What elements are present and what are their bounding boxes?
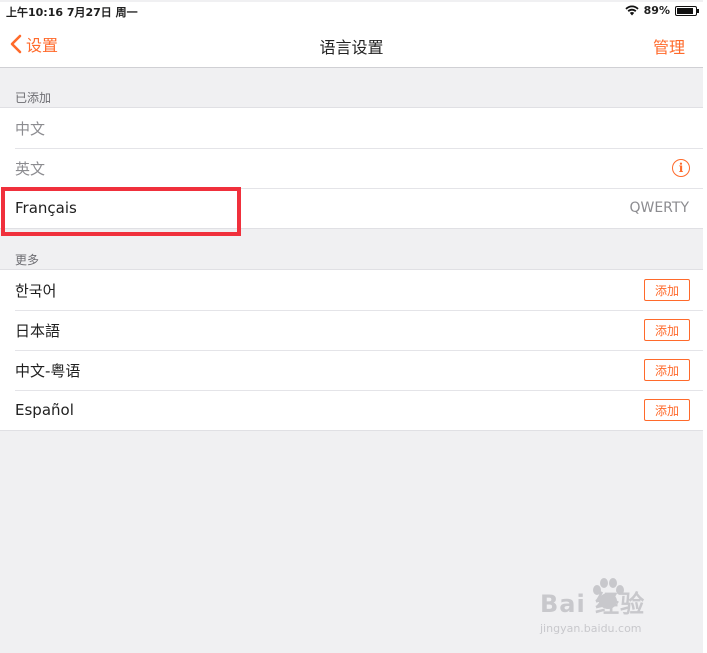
row-label: Español (15, 401, 74, 419)
app-frame: 上午10:16 7月27日 周一 89% 设置 语言设置 管理 已添加 中文 英… (0, 0, 703, 653)
list-item-chinese[interactable]: 中文 (0, 108, 703, 148)
watermark-url: jingyan.baidu.com (540, 622, 642, 635)
keyboard-layout-detail: QWERTY (629, 200, 689, 216)
status-indicators: 89% (625, 4, 699, 17)
manage-button[interactable]: 管理 (653, 34, 685, 58)
section-header-more: 更多 (15, 253, 40, 267)
add-button[interactable]: 添加 (644, 319, 690, 341)
navigation-bar: 设置 语言设置 管理 (0, 22, 703, 68)
add-button[interactable]: 添加 (644, 399, 690, 421)
wifi-icon (625, 5, 639, 16)
more-languages-list: 한국어 添加 日本語 添加 中文-粤语 添加 Español 添加 (0, 269, 703, 431)
list-item-korean: 한국어 添加 (0, 270, 703, 310)
list-item-english[interactable]: 英文 i (0, 148, 703, 188)
section-header-added: 已添加 (15, 91, 52, 105)
battery-icon (675, 5, 699, 16)
status-time: 上午10:16 7月27日 周一 (6, 6, 138, 19)
row-label: 한국어 (15, 281, 57, 300)
add-button[interactable]: 添加 (644, 279, 690, 301)
row-label: 中文 (15, 119, 46, 138)
status-bar: 上午10:16 7月27日 周一 89% (0, 2, 703, 22)
row-label: 日本語 (15, 321, 61, 340)
page-title: 语言设置 (319, 38, 384, 57)
paw-icon (593, 578, 624, 609)
list-item-spanish: Español 添加 (0, 390, 703, 430)
battery-percent: 89% (643, 4, 670, 17)
row-label: 中文-粤语 (15, 361, 81, 380)
list-item-cantonese: 中文-粤语 添加 (0, 350, 703, 390)
info-icon[interactable]: i (672, 159, 690, 177)
window-right-edge (703, 0, 707, 653)
baidu-jingyan-watermark: Bai 经验 jingyan.baidu.com (540, 574, 700, 638)
row-label: 英文 (15, 159, 46, 178)
add-button[interactable]: 添加 (644, 359, 690, 381)
highlight-annotation-box (1, 187, 241, 236)
list-item-japanese: 日本語 添加 (0, 310, 703, 350)
